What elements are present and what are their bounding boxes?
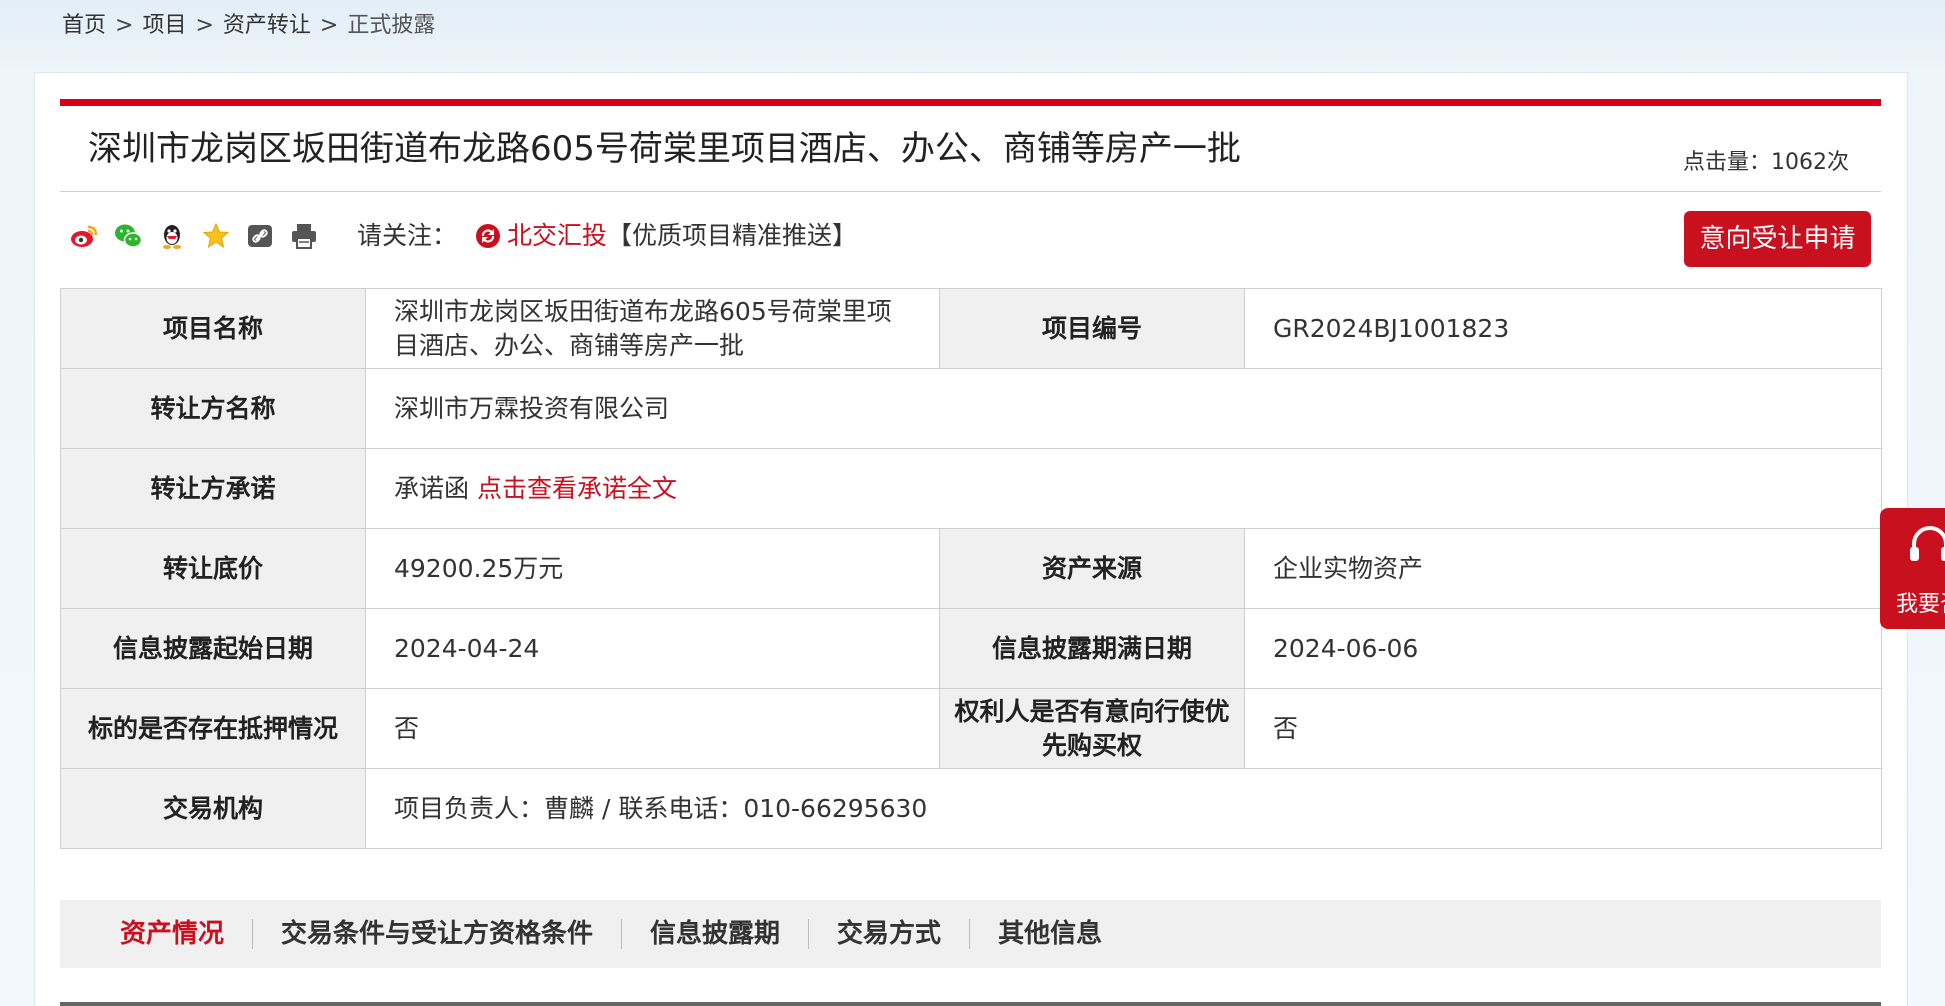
favorite-star-icon[interactable] [200, 220, 231, 251]
priority-value: 否 [1244, 688, 1882, 769]
consult-text: 我要咨询 [1896, 592, 1945, 617]
price-value: 49200.25万元 [365, 528, 940, 609]
breadcrumb-separator: > [195, 13, 214, 38]
breadcrumb-separator: > [319, 13, 339, 38]
end-date-label: 信息披露期满日期 [939, 608, 1245, 689]
promo-text: 【优质项目精准推送】 [607, 221, 858, 250]
breadcrumb-home[interactable]: 首页 [62, 13, 106, 38]
breadcrumb: 首页 > 项目 > 资产转让 > 正式披露 [62, 10, 435, 42]
tab-other-info[interactable]: 其他信息 [970, 918, 1130, 950]
agency-label: 交易机构 [60, 768, 366, 849]
click-count: 点击量：1062次 [1683, 150, 1849, 175]
title-divider [60, 191, 1881, 192]
tab-disclosure-period[interactable]: 信息披露期 [622, 918, 808, 950]
commitment-value: 承诺函 点击查看承诺全文 [365, 448, 1882, 529]
breadcrumb-asset-transfer[interactable]: 资产转让 [223, 13, 311, 38]
transferor-value: 深圳市万霖投资有限公司 [365, 368, 1882, 449]
end-date-value: 2024-06-06 [1244, 608, 1882, 689]
share-toolbar [68, 220, 319, 251]
table-row: 转让方承诺 承诺函 点击查看承诺全文 [60, 448, 1882, 529]
transferor-label: 转让方名称 [60, 368, 366, 449]
price-label: 转让底价 [60, 528, 366, 609]
copy-link-icon[interactable] [244, 220, 275, 251]
project-no-label: 项目编号 [939, 288, 1245, 369]
mortgage-value: 否 [365, 688, 940, 769]
table-row: 交易机构 项目负责人：曹麟 / 联系电话：010-66295630 [60, 768, 1882, 849]
brand-link[interactable]: 北交汇投 [507, 218, 607, 254]
section-divider [60, 1002, 1881, 1006]
start-date-value: 2024-04-24 [365, 608, 940, 689]
brand-logo-icon [475, 223, 501, 249]
start-date-label: 信息披露起始日期 [60, 608, 366, 689]
source-value: 企业实物资产 [1244, 528, 1882, 609]
table-row: 转让底价 49200.25万元 资产来源 企业实物资产 [60, 528, 1882, 609]
title-accent-bar [60, 99, 1881, 106]
commitment-link[interactable]: 点击查看承诺全文 [477, 474, 677, 503]
priority-label: 权利人是否有意向行使优先购买权 [939, 688, 1245, 769]
table-row: 项目名称 深圳市龙岗区坂田街道布龙路605号荷棠里项目酒店、办公、商铺等房产一批… [60, 288, 1882, 369]
print-icon[interactable] [288, 220, 319, 251]
mortgage-label: 标的是否存在抵押情况 [60, 688, 366, 769]
project-no-value: GR2024BJ1001823 [1244, 288, 1882, 369]
consult-widget[interactable]: 我要咨询 [1880, 508, 1945, 629]
source-label: 资产来源 [939, 528, 1245, 609]
tab-trade-conditions[interactable]: 交易条件与受让方资格条件 [253, 918, 621, 950]
breadcrumb-current: 正式披露 [347, 13, 436, 38]
follow-notice: 请关注： 北交汇投 【优质项目精准推送】 [357, 218, 857, 254]
table-row: 信息披露起始日期 2024-04-24 信息披露期满日期 2024-06-06 [60, 608, 1882, 689]
breadcrumb-project[interactable]: 项目 [142, 13, 186, 38]
tab-trade-method[interactable]: 交易方式 [809, 918, 969, 950]
breadcrumb-separator: > [115, 13, 134, 38]
table-row: 标的是否存在抵押情况 否 权利人是否有意向行使优先购买权 否 [60, 688, 1882, 769]
project-name-label: 项目名称 [60, 288, 366, 369]
weibo-icon[interactable] [68, 220, 99, 251]
page-title: 深圳市龙岗区坂田街道布龙路605号荷棠里项目酒店、办公、商铺等房产一批 [88, 129, 1241, 169]
wechat-icon[interactable] [112, 220, 143, 251]
headset-icon [1908, 522, 1945, 570]
follow-label: 请关注： [357, 221, 458, 250]
detail-tabs: 资产情况 交易条件与受让方资格条件 信息披露期 交易方式 其他信息 [60, 900, 1881, 968]
table-row: 转让方名称 深圳市万霖投资有限公司 [60, 368, 1882, 449]
intent-apply-button[interactable]: 意向受让申请 [1684, 211, 1871, 267]
qq-icon[interactable] [156, 220, 187, 251]
agency-value: 项目负责人：曹麟 / 联系电话：010-66295630 [365, 768, 1882, 849]
commitment-text: 承诺函 [394, 473, 470, 503]
project-info-table: 项目名称 深圳市龙岗区坂田街道布龙路605号荷棠里项目酒店、办公、商铺等房产一批… [60, 288, 1882, 849]
tab-asset-status[interactable]: 资产情况 [92, 918, 252, 950]
project-name-value: 深圳市龙岗区坂田街道布龙路605号荷棠里项目酒店、办公、商铺等房产一批 [365, 288, 940, 369]
commitment-label: 转让方承诺 [60, 448, 366, 529]
